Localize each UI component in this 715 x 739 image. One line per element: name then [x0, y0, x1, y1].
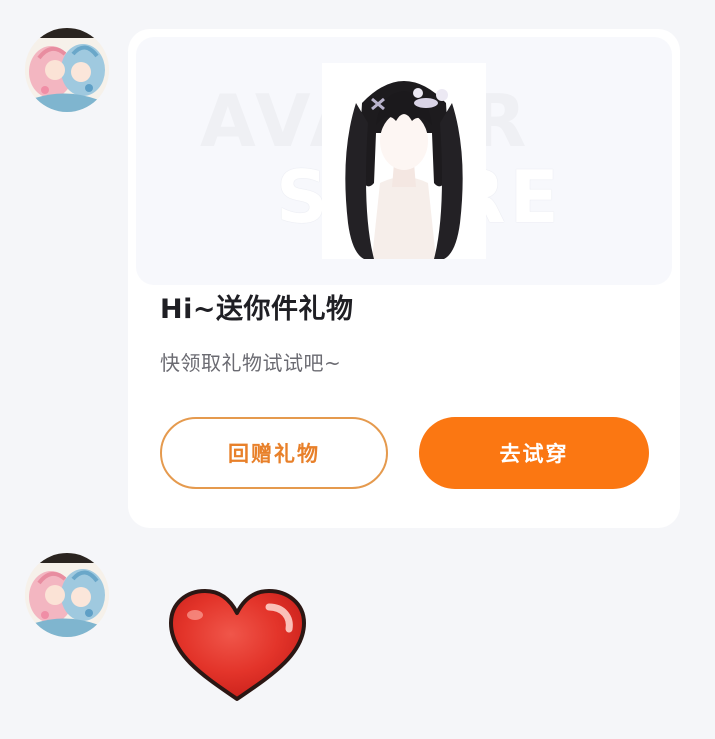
sender-avatar[interactable]: [25, 28, 109, 112]
try-on-button[interactable]: 去试穿: [419, 417, 649, 489]
gift-title: Hi~送你件礼物: [160, 294, 354, 325]
gift-product-image[interactable]: [322, 63, 486, 259]
gift-card: AVATAR STORE: [128, 29, 680, 528]
heart-sticker[interactable]: [165, 585, 310, 705]
gift-subtitle: 快领取礼物试试吧~: [160, 351, 342, 375]
avatar-image-icon: [25, 553, 109, 637]
red-heart-icon: [169, 589, 306, 701]
gift-banner: AVATAR STORE: [136, 37, 672, 285]
chat-stage: AVATAR STORE: [0, 0, 715, 739]
sender-avatar[interactable]: [25, 553, 109, 637]
avatar-image-icon: [25, 28, 109, 112]
avatar-outfit-icon: [322, 63, 486, 259]
return-gift-button[interactable]: 回赠礼物: [160, 417, 388, 489]
